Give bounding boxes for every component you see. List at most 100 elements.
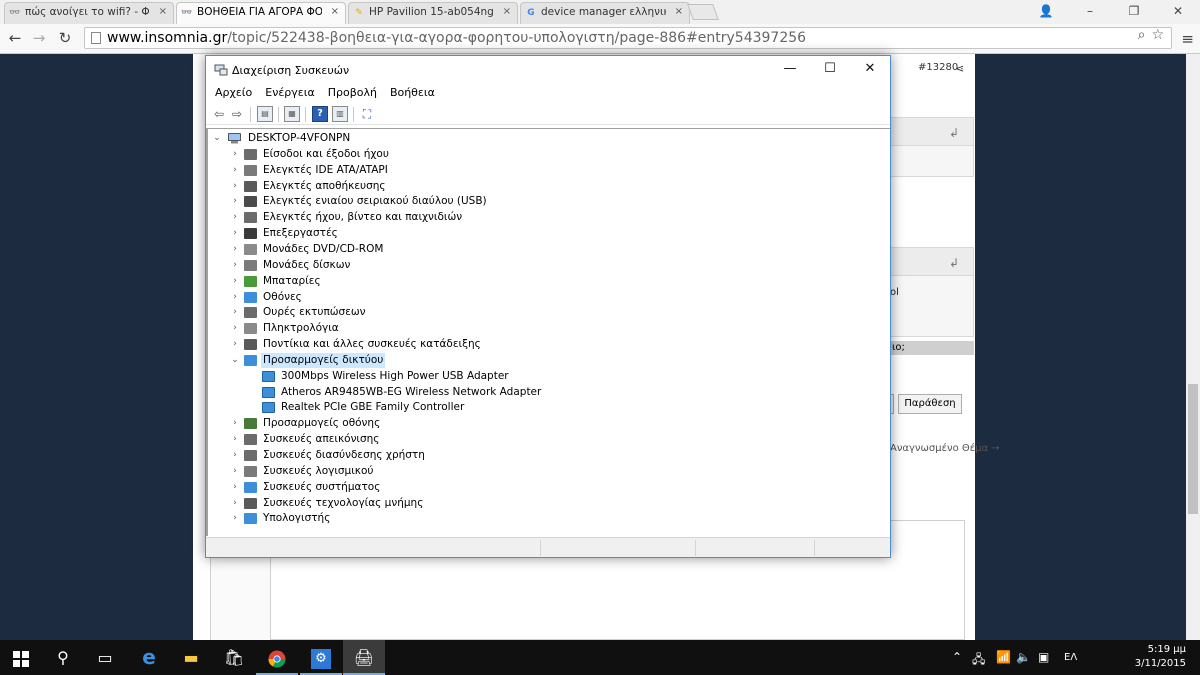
tree-category-2[interactable]: › Ελεγκτές αποθήκευσης (230, 179, 790, 194)
back-arrow-icon[interactable]: ← (4, 28, 26, 48)
clock[interactable]: 5:19 μμ 3/11/2015 (1135, 643, 1186, 671)
store-icon[interactable]: 🛍 (213, 640, 255, 675)
forward-icon[interactable]: ⇨ (229, 106, 245, 122)
close-tab-icon[interactable]: × (675, 6, 683, 17)
menu-file[interactable]: Αρχείο (215, 85, 252, 103)
tree-category-4[interactable]: › Ελεγκτές ήχου, βίντεο και παιχνιδιών (230, 210, 790, 225)
chevron-up-icon[interactable]: ⌃ (952, 650, 962, 664)
volume-icon[interactable]: 🔈 (1016, 650, 1031, 664)
edge-icon[interactable]: e (128, 640, 170, 675)
close-icon[interactable]: ✕ (850, 61, 890, 76)
tree-category-12[interactable]: › Ποντίκια και άλλες συσκευές κατάδειξης (230, 337, 790, 352)
tree-category-16[interactable]: › Συσκευές διασύνδεσης χρήστη (230, 448, 790, 463)
task-view-icon[interactable]: ▭ (84, 640, 126, 675)
tree-device-0[interactable]: 300Mbps Wireless High Power USB Adapter (248, 369, 748, 384)
tree-category-17[interactable]: › Συσκευές λογισμικού (230, 464, 790, 479)
zoom-icon[interactable]: ⌕ (1138, 27, 1146, 43)
tree-device-2[interactable]: Realtek PCIe GBE Family Controller (248, 400, 748, 415)
person-icon[interactable]: 👤 (1024, 0, 1068, 22)
chevron-right-icon[interactable]: › (230, 511, 240, 526)
unread-topic-link[interactable]: Αναγνωσμένο Θέμα → (890, 443, 1000, 454)
minimize-icon[interactable]: – (1068, 0, 1112, 22)
chevron-right-icon[interactable]: › (230, 274, 240, 289)
wifi-icon[interactable]: 📶 (996, 650, 1011, 664)
chevron-right-icon[interactable]: › (230, 163, 240, 178)
tab-hp-pavilion[interactable]: ✎ HP Pavilion 15-ab054ng A × (348, 2, 518, 24)
close-tab-icon[interactable]: × (159, 6, 167, 17)
chevron-right-icon[interactable]: › (230, 480, 240, 495)
chevron-right-icon[interactable]: › (230, 337, 240, 352)
page-scrollbar[interactable] (1186, 54, 1200, 640)
tree-category-14[interactable]: › Προσαρμογείς οθόνης (230, 416, 790, 431)
tree-category-3[interactable]: › Ελεγκτές ενιαίου σειριακού διαύλου (USB… (230, 194, 790, 209)
chevron-right-icon[interactable]: › (230, 496, 240, 511)
menu-action[interactable]: Ενέργεια (265, 85, 314, 103)
chevron-right-icon[interactable]: › (230, 464, 240, 479)
tree-category-11[interactable]: › Πληκτρολόγια (230, 321, 790, 336)
language-indicator[interactable]: ΕΛ (1064, 652, 1077, 663)
chevron-right-icon[interactable]: › (230, 242, 240, 257)
tree-device-1[interactable]: Atheros AR9485WB-EG Wireless Network Ada… (248, 385, 748, 400)
forward-arrow-icon[interactable]: → (28, 28, 50, 48)
tab-voitheia[interactable]: 👓 ΒΟΗΘΕΙΑ ΓΙΑ ΑΓΟΡΑ ΦΟΡ × (176, 2, 346, 24)
search-icon[interactable]: ⚲ (42, 640, 84, 675)
tree-category-0[interactable]: › Είσοδοι και έξοδοι ήχου (230, 147, 790, 162)
chevron-right-icon[interactable]: › (230, 179, 240, 194)
device-manager-taskbar-icon[interactable]: 🖨 (343, 640, 385, 675)
chevron-right-icon[interactable]: › (230, 194, 240, 209)
tree-category-15[interactable]: › Συσκευές απεικόνισης (230, 432, 790, 447)
action-pane-icon[interactable]: ▥ (332, 106, 348, 122)
menu-view[interactable]: Προβολή (328, 85, 377, 103)
restore-icon[interactable]: ❐ (1112, 0, 1156, 22)
close-tab-icon[interactable]: × (331, 6, 339, 17)
tree-root[interactable]: ⌄ DESKTOP-4VFONPN (212, 131, 512, 146)
post-number[interactable]: #13280 (918, 62, 958, 73)
back-icon[interactable]: ⇦ (211, 106, 227, 122)
scan-hardware-icon[interactable]: ⛶ (359, 106, 375, 122)
tree-category-1[interactable]: › Ελεγκτές IDE ATA/ATAPI (230, 163, 790, 178)
chevron-right-icon[interactable]: › (230, 321, 240, 336)
tree-category-10[interactable]: › Ουρές εκτυπώσεων (230, 305, 790, 320)
url-input[interactable]: www.insomnia.gr/topic/522438-βοηθεια-για… (84, 27, 1172, 49)
reply-icon[interactable]: ↲ (949, 256, 959, 270)
tree-category-5[interactable]: › Επεξεργαστές (230, 226, 790, 241)
tree-category-8[interactable]: › Μπαταρίες (230, 274, 790, 289)
close-window-icon[interactable]: ✕ (1156, 0, 1200, 22)
browser-menu-icon[interactable]: ≡ (1181, 30, 1194, 48)
tree-category-13[interactable]: ⌄ Προσαρμογείς δικτύου (230, 352, 790, 368)
menu-help[interactable]: Βοήθεια (390, 85, 435, 103)
chevron-right-icon[interactable]: › (230, 305, 240, 320)
tree-category-19[interactable]: › Συσκευές τεχνολογίας μνήμης (230, 496, 790, 511)
windows-start-icon[interactable] (0, 640, 42, 675)
network-icon[interactable]: 🖧 (972, 650, 985, 671)
tree-category-18[interactable]: › Συσκευές συστήματος (230, 480, 790, 495)
properties-icon[interactable]: ▦ (284, 106, 300, 122)
chevron-right-icon[interactable]: › (230, 258, 240, 273)
device-tree[interactable]: ⌄ DESKTOP-4VFONPN › Είσοδοι και έξοδοι ήχ… (206, 128, 890, 536)
scrollbar-thumb[interactable] (1188, 384, 1198, 514)
tree-category-6[interactable]: › Μονάδες DVD/CD-ROM (230, 242, 790, 257)
close-tab-icon[interactable]: × (503, 6, 511, 17)
minimize-icon[interactable]: — (770, 61, 810, 76)
chevron-right-icon[interactable]: › (230, 210, 240, 225)
settings-icon[interactable]: ⚙ (300, 640, 342, 675)
quote-button[interactable]: Παράθεση (898, 394, 962, 414)
chevron-down-icon[interactable]: ⌄ (212, 131, 222, 146)
chevron-down-icon[interactable]: ⌄ (230, 353, 240, 368)
tab-wifi[interactable]: 👓 πώς ανοίγει το wifi? - Φο × (4, 2, 174, 24)
file-explorer-icon[interactable]: ▬ (170, 640, 212, 675)
tab-google-search[interactable]: G device manager ελληνικα × (520, 2, 690, 24)
chrome-icon[interactable] (256, 640, 298, 675)
tree-category-7[interactable]: › Μονάδες δίσκων (230, 258, 790, 273)
maximize-icon[interactable]: ☐ (810, 61, 850, 76)
share-icon[interactable]: ⋖ (955, 62, 964, 75)
new-tab-button[interactable] (687, 4, 719, 20)
reload-icon[interactable]: ↻ (54, 28, 76, 48)
chevron-right-icon[interactable]: › (230, 147, 240, 162)
chevron-right-icon[interactable]: › (230, 226, 240, 241)
reply-icon[interactable]: ↲ (949, 126, 959, 140)
chevron-right-icon[interactable]: › (230, 290, 240, 305)
bookmark-star-icon[interactable]: ☆ (1151, 27, 1164, 43)
chevron-right-icon[interactable]: › (230, 432, 240, 447)
chevron-right-icon[interactable]: › (230, 448, 240, 463)
